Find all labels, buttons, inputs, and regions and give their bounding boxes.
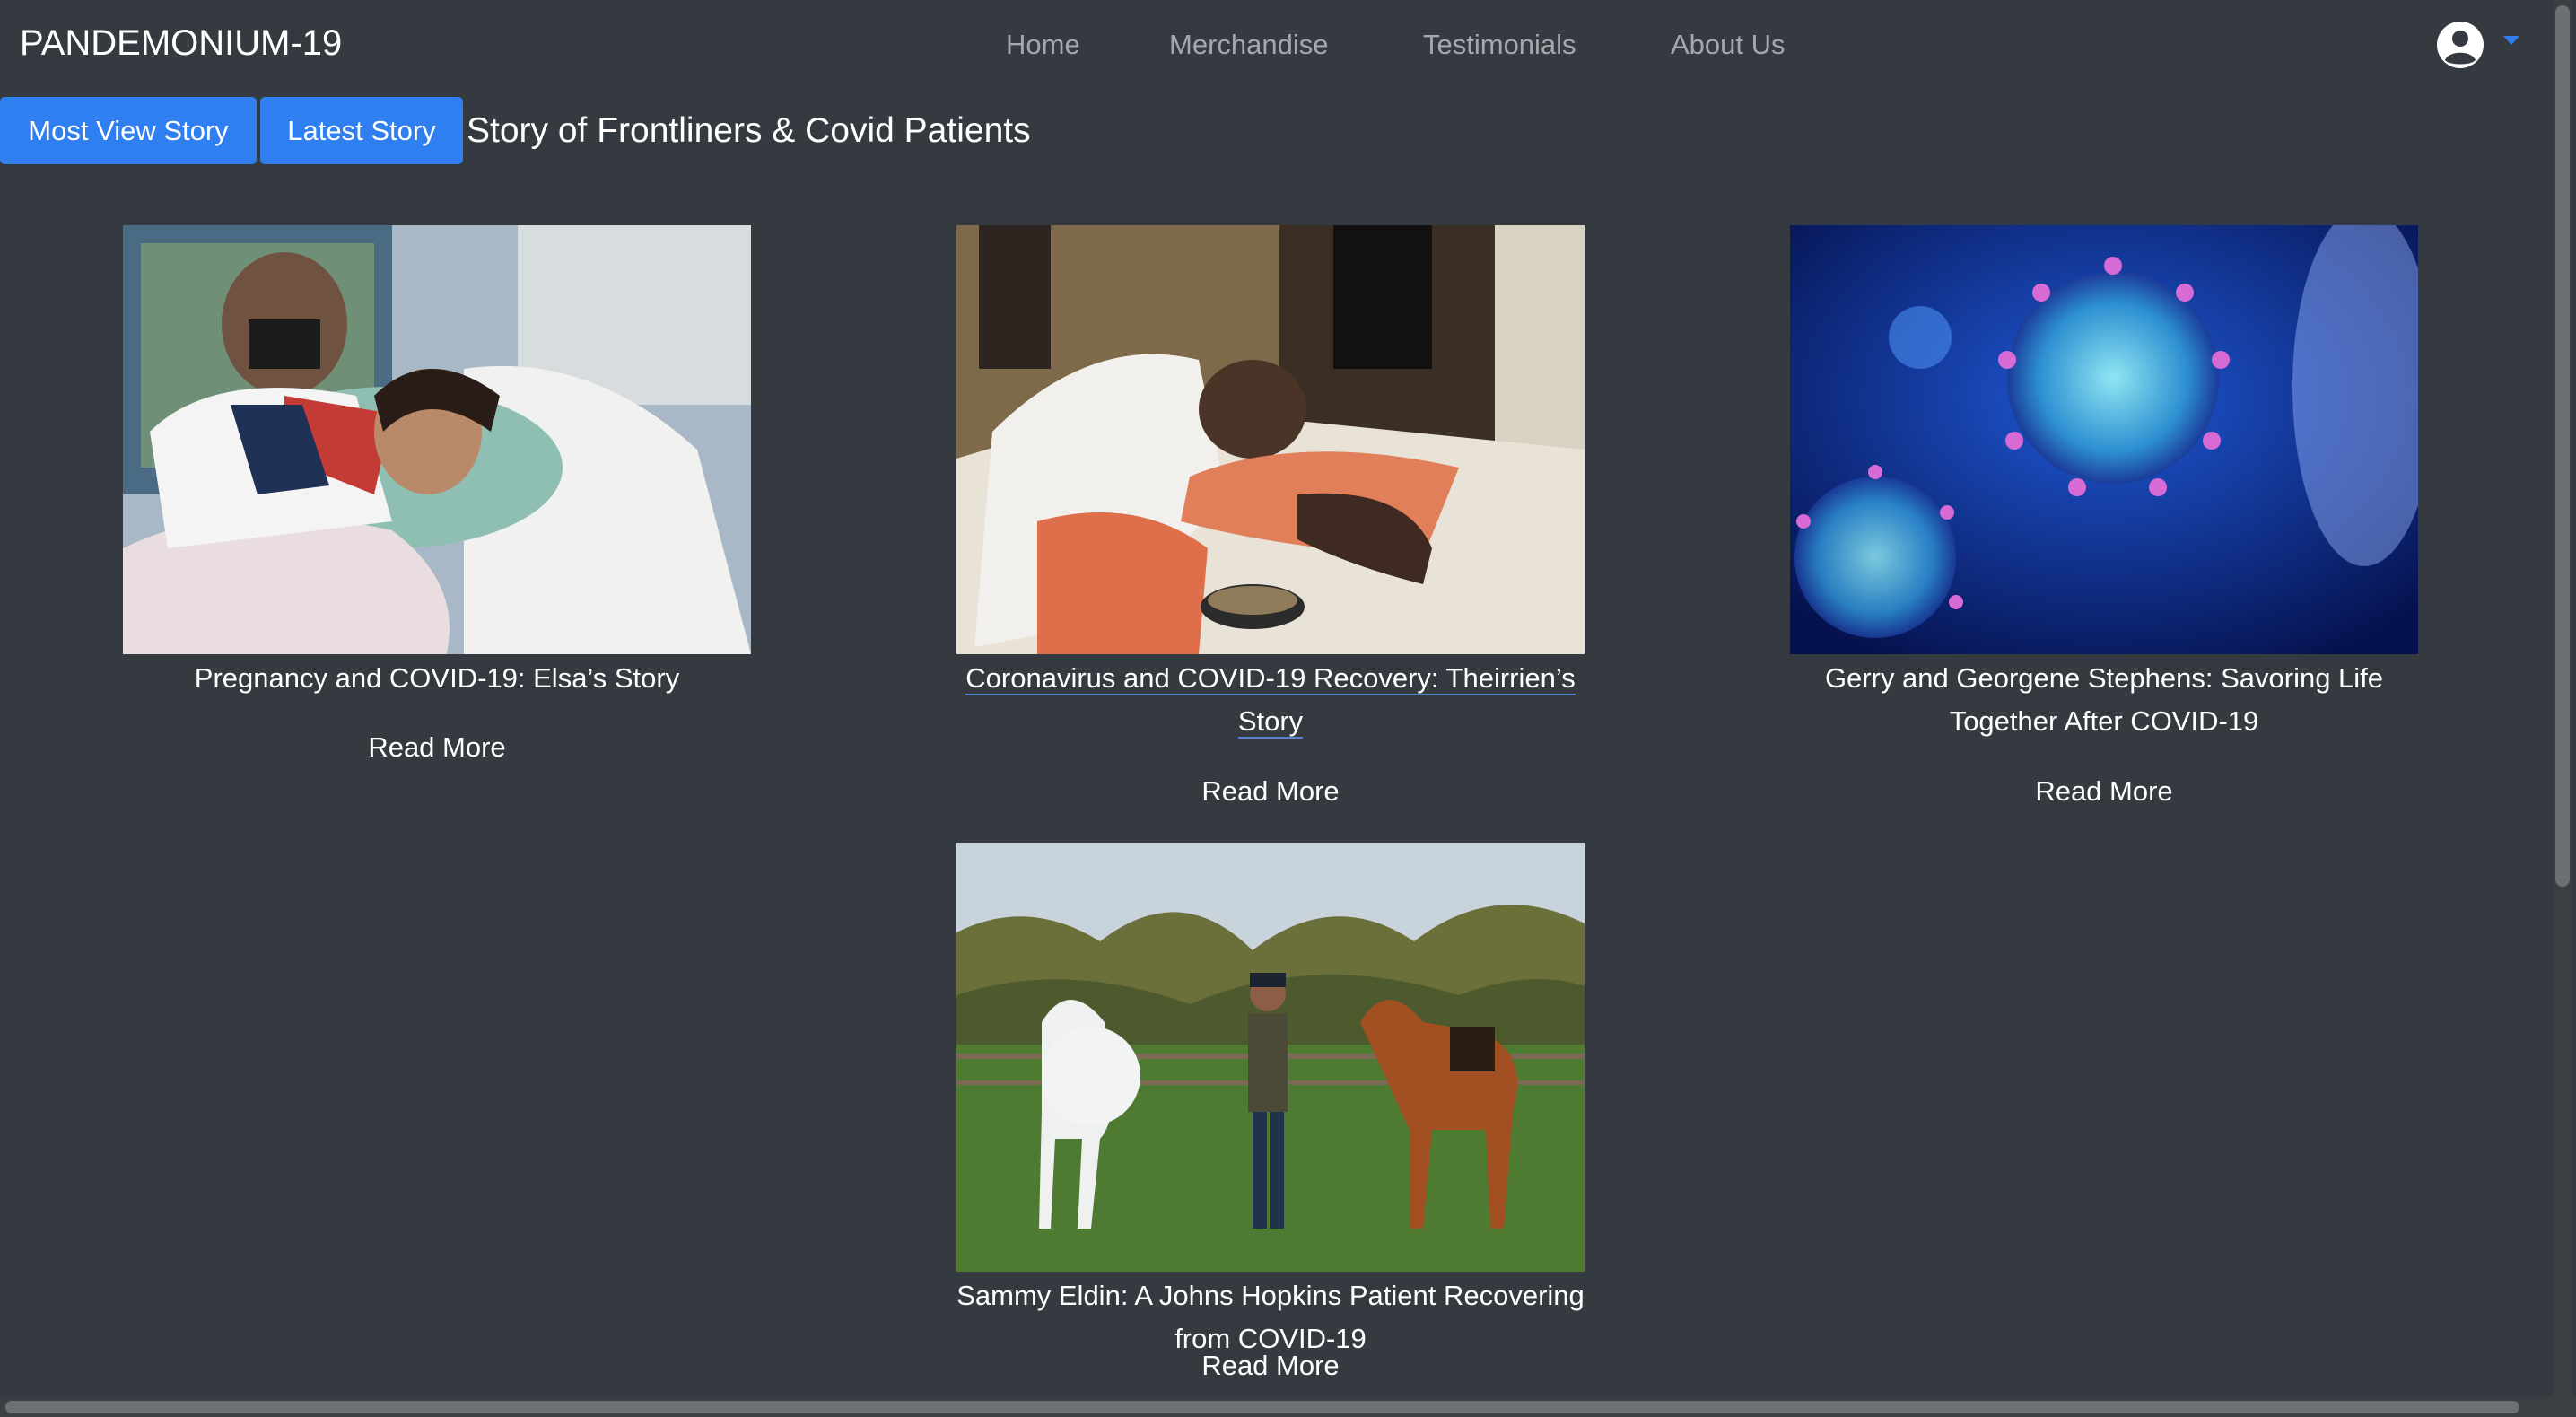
story-image-theirrien[interactable] [956, 225, 1585, 654]
read-more-link-sammy-eldin[interactable]: Read More [1046, 1350, 1495, 1382]
navbar: PANDEMONIUM-19 Home Merchandise Testimon… [0, 0, 2576, 92]
story-title-theirrien[interactable]: Coronavirus and COVID-19 Recovery: Their… [930, 657, 1611, 743]
story-title-line[interactable]: Coronavirus and COVID-19 Recovery: Their… [965, 662, 1576, 695]
read-more-link-stephens[interactable]: Read More [1880, 775, 2328, 808]
story-title-line[interactable]: Story [1237, 705, 1304, 739]
story-image-elsa[interactable] [123, 225, 751, 654]
user-circle-icon[interactable] [2435, 20, 2485, 70]
nav-link-about-us[interactable]: About Us [1671, 29, 1786, 61]
nav-link-merchandise[interactable]: Merchandise [1169, 29, 1328, 61]
nav-link-testimonials[interactable]: Testimonials [1423, 29, 1576, 61]
most-view-story-button[interactable]: Most View Story [0, 97, 257, 164]
story-image-sammy-eldin[interactable] [956, 843, 1585, 1272]
page-title: Story of Frontliners & Covid Patients [467, 111, 1031, 150]
nav-link-home[interactable]: Home [1006, 29, 1080, 61]
caret-down-icon[interactable] [2503, 36, 2519, 45]
read-more-link-theirrien[interactable]: Read More [1046, 775, 1495, 808]
story-title-line[interactable]: Gerry and Georgene Stephens: Savoring Li… [1825, 662, 2383, 694]
read-more-link-elsa[interactable]: Read More [213, 731, 661, 764]
story-title-line[interactable]: Together After COVID-19 [1950, 705, 2259, 737]
latest-story-button[interactable]: Latest Story [260, 97, 463, 164]
brand-logo[interactable]: PANDEMONIUM-19 [20, 23, 342, 64]
story-title-elsa[interactable]: Pregnancy and COVID-19: Elsa’s Story [96, 657, 778, 700]
story-title-sammy-eldin[interactable]: Sammy Eldin: A Johns Hopkins Patient Rec… [930, 1274, 1611, 1360]
story-title-stephens[interactable]: Gerry and Georgene Stephens: Savoring Li… [1763, 657, 2445, 743]
story-image-stephens[interactable] [1790, 225, 2418, 654]
horizontal-scrollbar-thumb[interactable] [5, 1401, 2519, 1413]
vertical-scrollbar-thumb[interactable] [2555, 5, 2570, 887]
